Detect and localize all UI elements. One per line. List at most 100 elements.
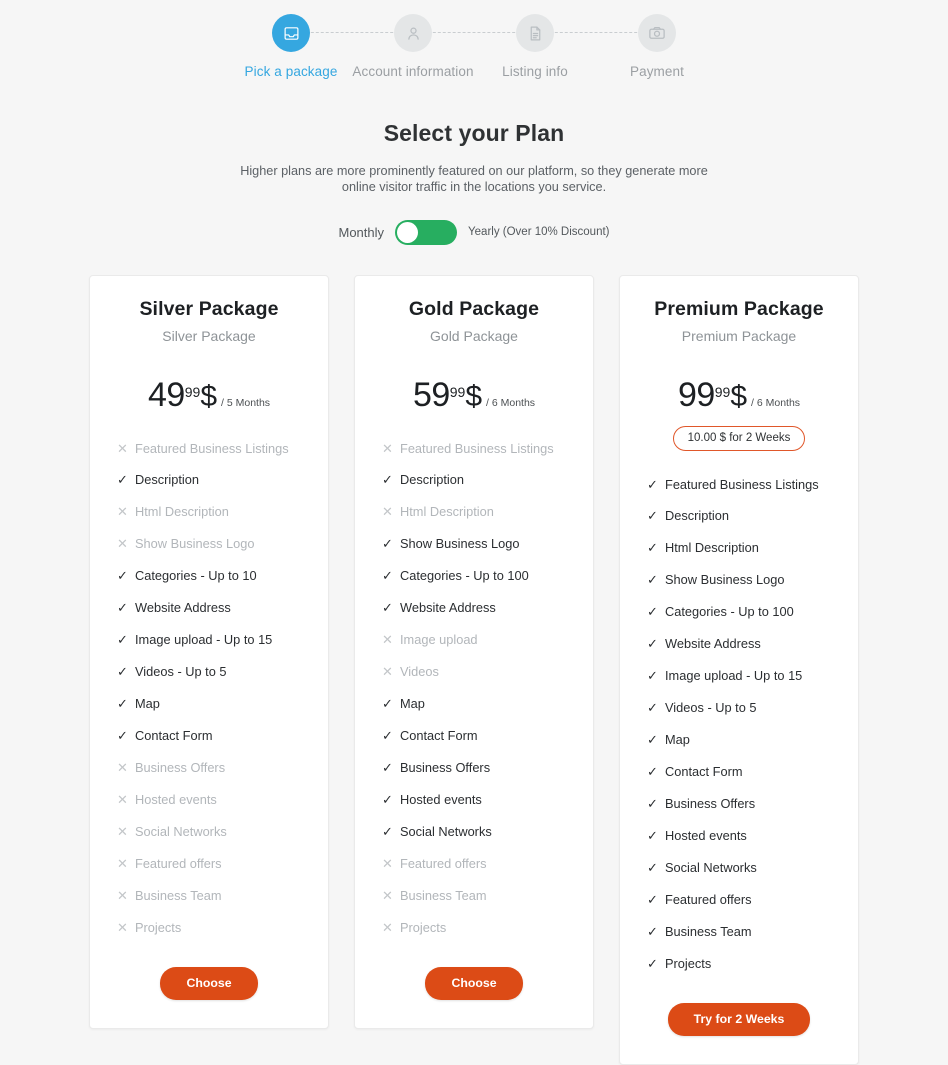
check-icon: ✓ [647,540,658,556]
feature-item: ✕ Social Networks [117,823,312,840]
feature-label: Business Offers [400,759,491,775]
feature-label: Social Networks [400,823,492,839]
stepper-step-listing-info[interactable]: Listing info [474,14,596,79]
cross-icon: ✕ [117,823,128,839]
check-icon: ✓ [647,604,658,620]
switch-knob [397,221,419,243]
billing-period-switch[interactable] [395,219,458,245]
feature-label: Description [400,472,465,488]
cross-icon: ✕ [382,855,393,871]
check-icon: ✓ [382,568,393,584]
feature-label: Map [135,696,160,711]
plan-footer: Choose [371,953,577,1028]
feature-item: ✓ Categories - Up to 100 [382,568,577,584]
plan-title: Premium Package [654,297,824,320]
plan-footer: Try for 2 Weeks [636,989,842,1064]
price-currency: $ [200,379,218,413]
feature-item: ✓ Show Business Logo [647,572,842,588]
check-icon: ✓ [647,636,658,652]
check-icon: ✓ [647,572,658,588]
check-icon: ✓ [117,632,128,648]
feature-label: Categories - Up to 100 [400,568,529,584]
page-subtitle: Higher plans are more prominently featur… [240,164,708,195]
check-icon: ✓ [382,472,393,488]
plan-cta-button-gold[interactable]: Choose [425,966,523,1000]
feature-item: ✓ Website Address [382,600,577,616]
pricing-cards: Silver Package Silver Package 4999$/ 5 Mon… [0,274,948,1065]
feature-label: Image upload [400,632,478,648]
cross-icon: ✕ [382,440,393,456]
feature-label: Business Team [400,887,487,903]
feature-item: ✓ Description [117,472,312,488]
check-icon: ✓ [647,891,658,907]
feature-label: Show Business Logo [665,572,785,588]
check-icon: ✓ [647,668,658,684]
feature-label: Description [665,508,730,524]
feature-label: Map [665,732,690,747]
cross-icon: ✕ [117,504,128,520]
feature-item: ✓ Image upload - Up to 15 [647,668,842,684]
feature-label: Social Networks [135,823,227,839]
page-title: Select your Plan [383,120,565,146]
document-icon [516,14,554,52]
pricing-card-premium: Premium Package Premium Package 9999$/ 6 M… [619,274,859,1065]
stepper-step-payment[interactable]: Payment [596,14,718,79]
stepper-step-account-information[interactable]: Account information [352,14,474,79]
price-amount: 59 [412,375,450,414]
feature-item: ✓ Website Address [647,636,842,652]
check-icon: ✓ [647,763,658,779]
feature-item: ✓ Map [117,696,312,712]
feature-label: Categories - Up to 10 [135,568,257,584]
check-icon: ✓ [382,791,393,807]
check-icon: ✓ [117,600,128,616]
check-icon: ✓ [382,823,393,839]
feature-item: ✓ Projects [647,955,842,972]
check-icon: ✓ [647,923,658,939]
feature-label: Featured offers [400,855,487,871]
cross-icon: ✕ [117,887,128,903]
plan-cta-button-silver[interactable]: Choose [160,966,258,1000]
check-icon: ✓ [647,795,658,811]
check-icon: ✓ [647,732,658,747]
stepper-step-label: Account information [352,64,474,79]
check-icon: ✓ [647,700,658,716]
feature-item: ✕ Videos [382,664,577,680]
price-amount: 49 [147,375,185,414]
feature-label: Html Description [665,540,759,556]
plan-price: 4999$/ 5 Months [106,376,312,415]
feature-label: Featured Business Listings [400,440,554,456]
feature-label: Featured offers [665,891,752,907]
feature-item: ✕ Business Offers [117,759,312,776]
stepper-step-label: Payment [630,64,684,79]
check-icon: ✓ [117,727,128,743]
feature-label: Videos [400,664,439,680]
plan-subtitle: Gold Package [430,327,518,344]
feature-item: ✓ Map [382,696,577,712]
price-period: / 6 Months [486,396,536,409]
billing-monthly-label: Monthly [338,224,385,240]
feature-item: ✕ Featured offers [382,855,577,872]
feature-item: ✓ Hosted events [647,827,842,844]
feature-item: ✓ Description [382,472,577,488]
feature-label: Hosted events [665,827,747,843]
plan-price: 5999$/ 6 Months [371,376,577,415]
plan-cta-button-premium[interactable]: Try for 2 Weeks [667,1002,811,1036]
feature-item: ✓ Contact Form [647,763,842,780]
feature-item: ✕ Show Business Logo [117,536,312,552]
feature-label: Projects [665,955,712,971]
feature-item: ✓ Business Offers [647,795,842,812]
feature-label: Business Offers [135,759,226,775]
feature-item: ✕ Html Description [117,504,312,520]
feature-label: Projects [400,919,447,935]
feature-item: ✓ Contact Form [117,727,312,744]
cross-icon: ✕ [117,440,128,456]
plan-feature-list: ✓ Featured Business Listings ✓ Description ✓… [636,477,842,989]
pricing-card-silver: Silver Package Silver Package 4999$/ 5 Mon… [89,274,329,1029]
stepper-step-pick-a-package[interactable]: Pick a package [230,14,352,79]
feature-item: ✕ Featured offers [117,856,312,872]
feature-item: ✓ Social Networks [647,860,842,876]
trial-offer-badge[interactable]: 10.00 $ for 2 Weeks [672,425,806,451]
feature-item: ✓ Website Address [117,600,312,616]
feature-label: Website Address [400,600,496,616]
cross-icon: ✕ [382,504,393,520]
